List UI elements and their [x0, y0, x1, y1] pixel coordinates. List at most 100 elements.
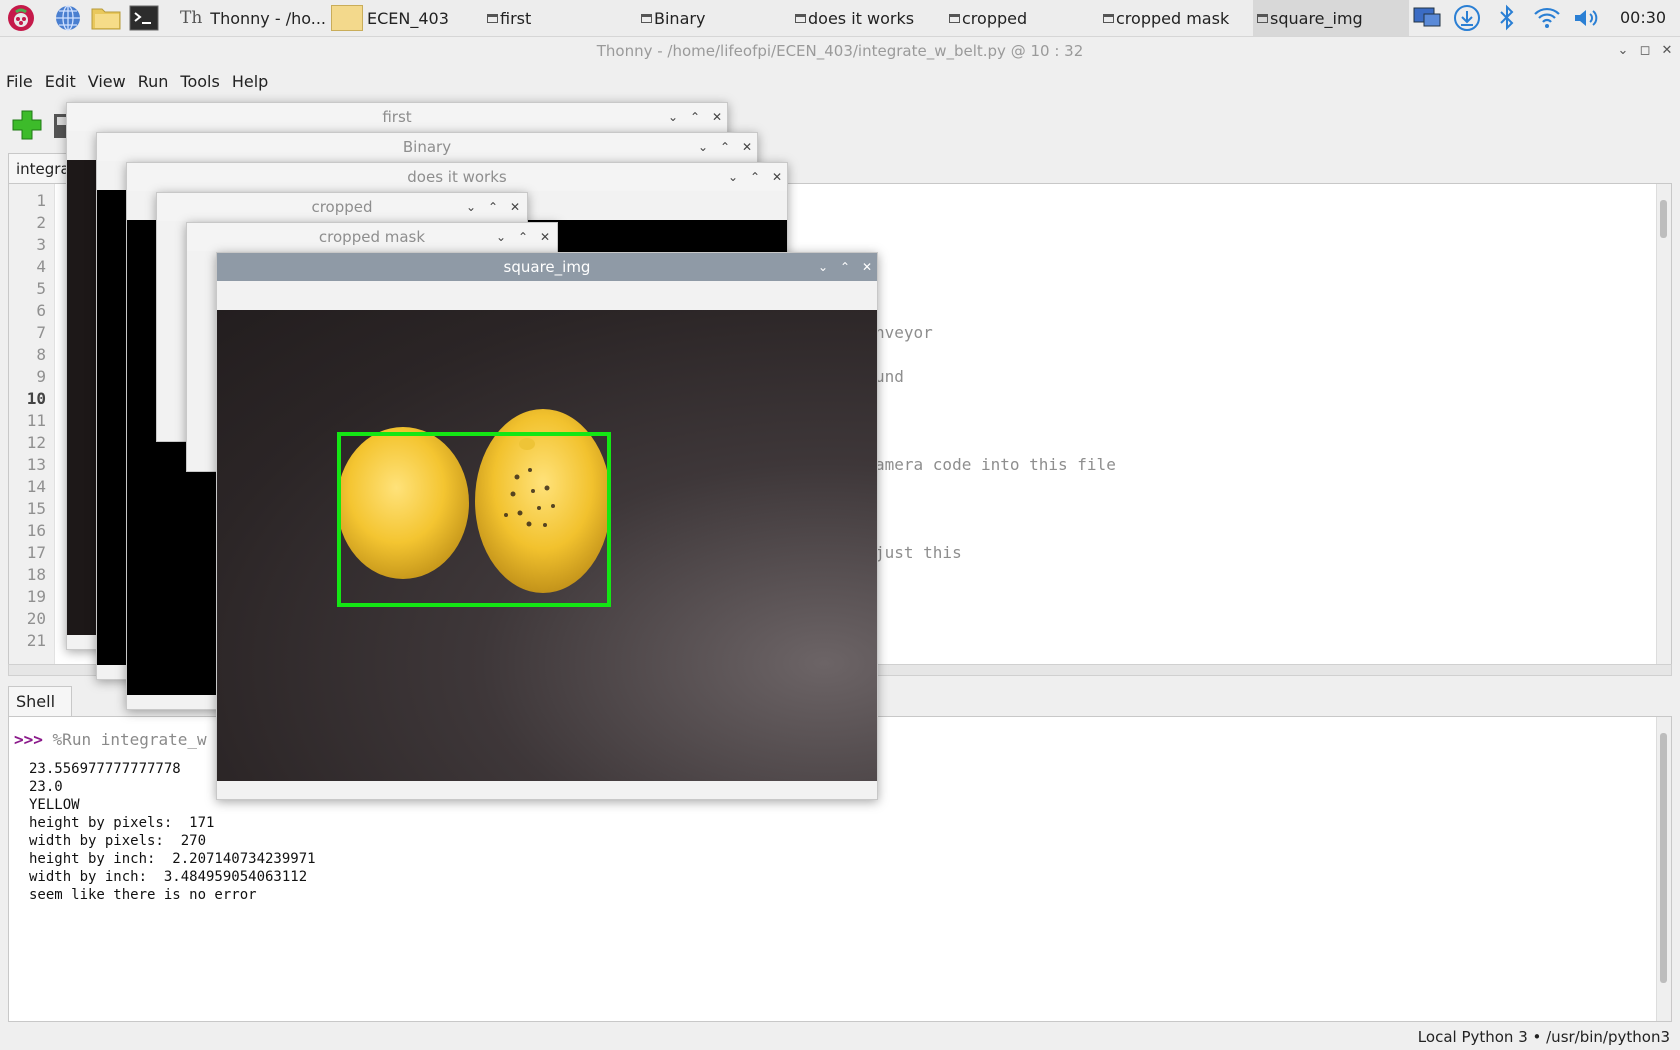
- web-browser-icon[interactable]: [53, 3, 83, 33]
- taskbar-item-square-img[interactable]: square_img: [1253, 0, 1409, 36]
- maximize-icon[interactable]: ⌃: [513, 223, 533, 251]
- taskbar-item-label: Binary: [654, 8, 706, 28]
- line-number: 18: [26, 565, 46, 584]
- taskbar-item-label: square_img: [1270, 8, 1363, 28]
- taskbar-item-label: cropped mask: [1116, 8, 1230, 28]
- window-icon: [1103, 13, 1114, 23]
- taskbar-item-first[interactable]: first: [487, 0, 637, 36]
- code-text: und: [875, 367, 904, 386]
- line-number: 19: [26, 587, 46, 606]
- maximize-icon[interactable]: ⌃: [685, 103, 705, 131]
- shell-output-line: seem like there is no error: [29, 887, 257, 903]
- minimize-icon[interactable]: ⌄: [1614, 36, 1632, 66]
- minimize-icon[interactable]: ⌄: [461, 193, 481, 221]
- menu-help[interactable]: Help: [226, 70, 274, 94]
- minimize-icon[interactable]: ⌄: [491, 223, 511, 251]
- shell-output-line: 23.0: [29, 779, 63, 795]
- taskbar-item-cropped-mask[interactable]: cropped mask: [1103, 0, 1253, 36]
- maximize-icon[interactable]: ⌃: [835, 253, 855, 281]
- prompt-symbol: >>>: [14, 730, 43, 749]
- taskbar-item-label: does it works: [808, 8, 915, 28]
- taskbar-item-thonny[interactable]: Th Thonny - /ho...: [180, 0, 330, 36]
- folder-icon: [331, 5, 363, 31]
- terminal-icon[interactable]: [129, 3, 159, 33]
- maximize-icon[interactable]: ⌃: [745, 163, 765, 191]
- lemons-photo: [337, 409, 611, 607]
- menu-tools[interactable]: Tools: [174, 70, 225, 94]
- line-number: 6: [36, 301, 46, 320]
- line-number-current: 10: [26, 389, 46, 408]
- tab-integrate[interactable]: integrate: [8, 153, 85, 183]
- bluetooth-icon[interactable]: [1492, 3, 1522, 33]
- code-text: nveyor: [875, 323, 933, 342]
- window-icon: [641, 13, 652, 23]
- line-number: 5: [36, 279, 46, 298]
- raspberry-menu-icon[interactable]: [6, 3, 36, 33]
- line-number: 2: [36, 213, 46, 232]
- code-text: just this: [875, 543, 962, 562]
- close-icon[interactable]: ✕: [737, 133, 757, 161]
- maximize-icon[interactable]: ◻: [1636, 36, 1654, 66]
- line-number: 16: [26, 521, 46, 540]
- shell-vertical-scrollbar[interactable]: [1656, 717, 1671, 1021]
- scrollbar-thumb[interactable]: [1660, 733, 1667, 983]
- file-manager-icon[interactable]: [91, 3, 121, 33]
- menu-run[interactable]: Run: [132, 70, 175, 94]
- menu-edit[interactable]: Edit: [39, 70, 82, 94]
- cv-window-title[interactable]: first: [67, 103, 727, 131]
- status-bar[interactable]: Local Python 3 • /usr/bin/python3: [1418, 1026, 1670, 1048]
- clock[interactable]: 00:30: [1620, 0, 1666, 36]
- close-icon[interactable]: ✕: [707, 103, 727, 131]
- line-number: 15: [26, 499, 46, 518]
- window-icon: [1257, 13, 1268, 23]
- menu-file[interactable]: File: [0, 70, 39, 94]
- minimize-icon[interactable]: ⌄: [663, 103, 683, 131]
- close-icon[interactable]: ✕: [767, 163, 787, 191]
- window-icon: [949, 13, 960, 23]
- line-number: 1: [36, 191, 46, 210]
- line-number: 14: [26, 477, 46, 496]
- cv-window-title[interactable]: square_img: [217, 253, 877, 281]
- menu-view[interactable]: View: [82, 70, 132, 94]
- line-number: 13: [26, 455, 46, 474]
- shell-output-line: width by inch: 3.484959054063112: [29, 869, 308, 885]
- code-text: amera code into this file: [875, 455, 1116, 474]
- maximize-icon[interactable]: ⌃: [715, 133, 735, 161]
- cv-window-title[interactable]: does it works: [127, 163, 787, 191]
- thonny-app-icon: Th: [180, 8, 203, 28]
- download-icon[interactable]: [1452, 3, 1482, 33]
- taskbar-item-label: first: [500, 8, 532, 28]
- minimize-icon[interactable]: ⌄: [813, 253, 833, 281]
- taskbar-item-label: Thonny - /ho...: [210, 8, 326, 28]
- taskbar-item-ecen403[interactable]: ECEN_403: [331, 0, 471, 36]
- window-title: Thonny - /home/lifeofpi/ECEN_403/integra…: [596, 42, 1084, 60]
- new-file-icon[interactable]: [10, 108, 44, 146]
- volume-icon[interactable]: [1572, 3, 1602, 33]
- close-icon[interactable]: ✕: [535, 223, 555, 251]
- close-icon[interactable]: ✕: [1658, 36, 1676, 66]
- tab-shell[interactable]: Shell ✖: [8, 686, 72, 740]
- minimize-icon[interactable]: ⌄: [723, 163, 743, 191]
- taskbar-item-binary[interactable]: Binary: [641, 0, 791, 36]
- minimize-icon[interactable]: ⌄: [693, 133, 713, 161]
- taskbar: Th Thonny - /ho... ECEN_403 first Binary…: [0, 0, 1680, 37]
- line-number: 17: [26, 543, 46, 562]
- taskbar-item-label: cropped: [962, 8, 1028, 28]
- close-icon[interactable]: ✕: [857, 253, 877, 281]
- wifi-icon[interactable]: [1532, 3, 1562, 33]
- scrollbar-thumb[interactable]: [1660, 200, 1667, 238]
- taskbar-item-does-it-works[interactable]: does it works: [795, 0, 945, 36]
- editor-vertical-scrollbar[interactable]: [1656, 184, 1671, 675]
- cv-window-title[interactable]: Binary: [97, 133, 757, 161]
- close-icon[interactable]: ✕: [505, 193, 525, 221]
- line-number: 3: [36, 235, 46, 254]
- menubar: File Edit View Run Tools Help: [0, 70, 274, 94]
- cv-window-square-img[interactable]: square_img ⌄ ⌃ ✕: [216, 252, 878, 800]
- shell-output-line: YELLOW: [29, 797, 80, 813]
- network-monitor-icon[interactable]: [1412, 3, 1442, 33]
- shell-output-line: height by pixels: 171: [29, 815, 215, 831]
- line-number: 20: [26, 609, 46, 628]
- maximize-icon[interactable]: ⌃: [483, 193, 503, 221]
- line-number: 7: [36, 323, 46, 342]
- taskbar-item-cropped[interactable]: cropped: [949, 0, 1099, 36]
